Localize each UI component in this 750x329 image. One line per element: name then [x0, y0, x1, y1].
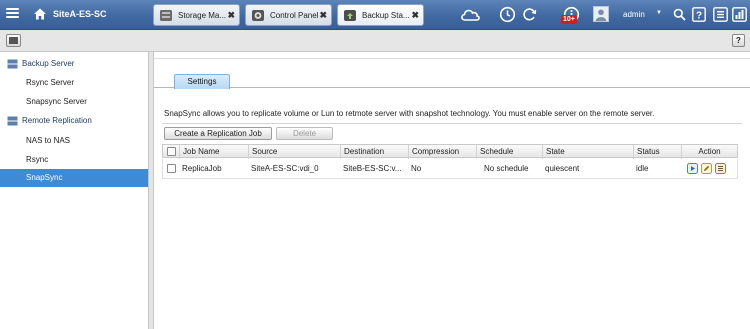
notification-badge[interactable]: 10+ — [561, 15, 577, 24]
table-header: Job Name Source Destination Compression … — [162, 144, 738, 159]
table-row[interactable]: ReplicaJob SiteA-ES-SC:vdi_0 SiteB-ES-SC… — [162, 159, 738, 179]
search-icon[interactable] — [673, 8, 686, 21]
storage-icon — [160, 10, 172, 21]
sidebar-group-label: Backup Server — [22, 59, 75, 68]
column-header-state[interactable]: State — [542, 145, 633, 159]
sidebar-group-remote-replication[interactable]: Remote Replication — [0, 112, 148, 130]
tab-label: Control Panel — [270, 11, 319, 20]
cloud-icon[interactable] — [459, 6, 481, 23]
settings-panel: SnapSync allows you to replicate volume … — [160, 96, 744, 329]
close-icon[interactable]: ✖ — [411, 10, 419, 21]
svg-text:?: ? — [696, 11, 702, 22]
cell-schedule: No schedule — [484, 164, 529, 173]
home-icon[interactable] — [33, 7, 47, 21]
cell-job-name: ReplicaJob — [182, 164, 222, 173]
job-toolbar: Create a Replication Job Delete — [162, 123, 742, 140]
sidebar-item-label: Snapsync Server — [26, 97, 87, 106]
sidebar-item-label: SnapSync — [26, 173, 63, 182]
main-content: Settings SnapSync allows you to replicat… — [154, 52, 750, 329]
backup-station-icon — [344, 10, 356, 21]
cell-status: idle — [636, 164, 649, 173]
column-header-source[interactable]: Source — [248, 145, 340, 159]
cell-source: SiteA-ES-SC:vdi_0 — [251, 164, 319, 173]
tab-strip: Settings — [154, 52, 750, 89]
help-button[interactable]: ? — [732, 34, 745, 47]
select-all-cell — [163, 145, 179, 159]
cell-destination: SiteB-ES-SC:v... — [343, 164, 402, 173]
sidebar-item-rsync[interactable]: Rsync — [0, 151, 148, 169]
user-name[interactable]: admin — [623, 10, 645, 19]
sidebar-item-rsync-server[interactable]: Rsync Server — [0, 74, 148, 92]
tab-label: Storage Ma... — [178, 11, 227, 20]
sidebar-toggle-button[interactable] — [6, 34, 21, 47]
tab-label: Backup Sta... — [362, 11, 410, 20]
refresh-icon[interactable] — [521, 6, 538, 23]
help-icon[interactable]: ? — [692, 7, 706, 22]
row-checkbox[interactable] — [167, 164, 176, 173]
sidebar-item-nas-to-nas[interactable]: NAS to NAS — [0, 132, 148, 150]
sub-toolbar: ? — [0, 30, 750, 52]
cell-compression: No — [411, 164, 422, 173]
column-header-job-name[interactable]: Job Name — [179, 145, 248, 159]
avatar[interactable] — [593, 6, 609, 22]
sidebar-group-label: Remote Replication — [22, 116, 92, 125]
close-icon[interactable]: ✖ — [227, 10, 235, 21]
create-replication-job-button[interactable]: Create a Replication Job — [164, 127, 272, 140]
top-bar: SiteA-ES-SC Storage Ma... ✖ Control Pane… — [0, 0, 750, 30]
description-text: SnapSync allows you to replicate volume … — [164, 109, 655, 118]
column-header-action: Action — [681, 145, 737, 159]
sidebar-item-snapsync[interactable]: SnapSync — [0, 169, 148, 187]
chevron-down-icon[interactable]: ▼ — [656, 10, 662, 16]
delete-button[interactable]: Delete — [276, 127, 333, 140]
log-icon[interactable] — [715, 163, 726, 174]
panel-icon — [9, 37, 18, 44]
dashboard-icon[interactable] — [732, 7, 747, 22]
server-icon — [7, 59, 18, 69]
sidebar-item-label: Rsync Server — [26, 78, 75, 87]
column-header-destination[interactable]: Destination — [340, 145, 408, 159]
replication-icon — [7, 116, 18, 126]
tab-backup-station[interactable]: Backup Sta... ✖ — [337, 4, 424, 26]
column-header-status[interactable]: Status — [633, 145, 681, 159]
divider — [154, 58, 750, 59]
sidebar-item-label: NAS to NAS — [26, 136, 71, 145]
column-header-compression[interactable]: Compression — [408, 145, 476, 159]
control-panel-icon — [252, 10, 264, 21]
cell-state: quiescent — [545, 164, 580, 173]
sidebar-item-label: Rsync — [26, 155, 49, 164]
play-icon[interactable] — [687, 163, 698, 174]
tab-storage-manager[interactable]: Storage Ma... ✖ — [153, 4, 240, 26]
tab-settings[interactable]: Settings — [174, 74, 230, 89]
sidebar-group-backup-server[interactable]: Backup Server — [0, 55, 148, 73]
options-icon[interactable] — [713, 7, 728, 22]
edit-icon[interactable] — [701, 163, 712, 174]
tab-control-panel[interactable]: Control Panel ✖ — [245, 4, 332, 26]
sidebar-item-snapsync-server[interactable]: Snapsync Server — [0, 93, 148, 111]
close-icon[interactable]: ✖ — [319, 10, 327, 21]
main-menu-icon[interactable] — [6, 8, 19, 20]
column-header-schedule[interactable]: Schedule — [476, 145, 542, 159]
select-all-checkbox[interactable] — [167, 147, 176, 156]
app-title: SiteA-ES-SC — [53, 9, 107, 19]
sidebar: Backup Server Rsync Server Snapsync Serv… — [0, 52, 149, 329]
clock-icon[interactable] — [499, 6, 516, 23]
